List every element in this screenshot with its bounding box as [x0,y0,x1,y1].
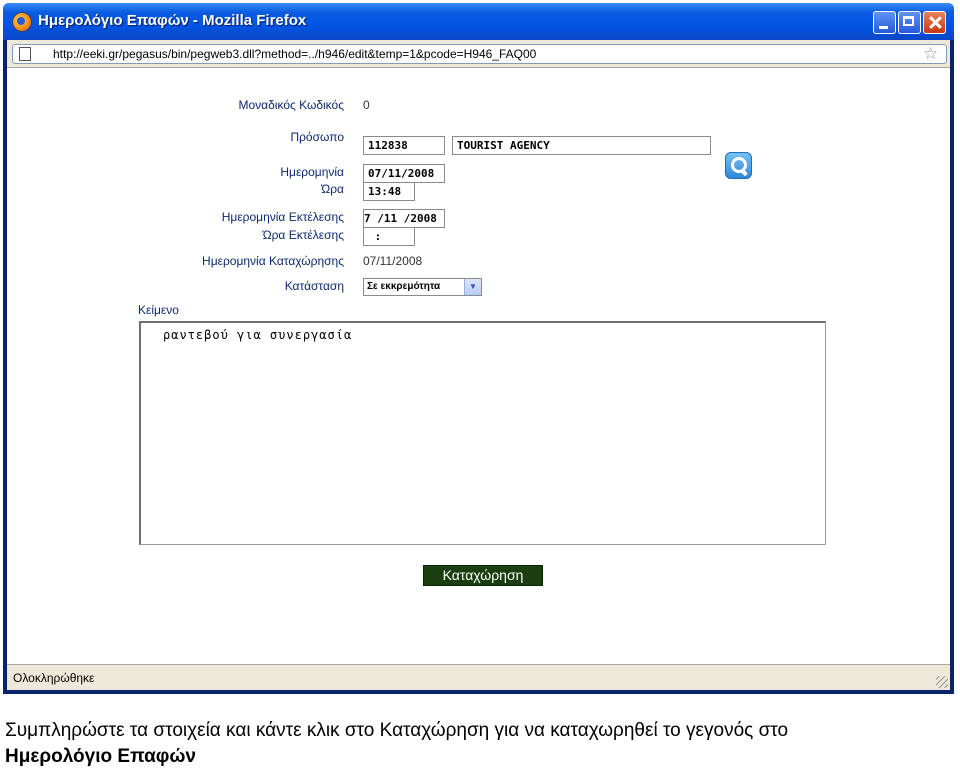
browser-window: Ημερολόγιο Επαφών - Mozilla Firefox http… [3,3,954,694]
time-input[interactable]: 13:48 [363,182,415,201]
window-title: Ημερολόγιο Επαφών - Mozilla Firefox [38,12,307,29]
status-bar: Ολοκληρώθηκε [7,664,950,690]
maximize-icon[interactable] [898,11,921,34]
title-bar[interactable]: Ημερολόγιο Επαφών - Mozilla Firefox [3,3,954,40]
firefox-icon [12,12,32,32]
dropdown-arrow-icon[interactable]: ▼ [464,279,481,295]
caption-line-1: Συμπληρώστε τα στοιχεία και κάντε κλικ σ… [5,720,789,741]
status-select[interactable]: Σε εκκρεμότητα ▼ [363,278,482,296]
exec-date-label: Ημερομηνία Εκτέλεσης [221,210,344,224]
unique-code-label: Μοναδικός Κωδικός [238,98,344,112]
minimize-icon[interactable] [873,11,896,34]
status-selected-value: Σε εκκρεμότητα [367,281,441,292]
exec-time-input[interactable]: : [363,227,415,246]
registration-date-label: Ημερομηνία Καταχώρησης [202,254,344,268]
status-label: Κατάσταση [284,279,344,293]
unique-code-value: 0 [363,98,370,112]
address-bar: http://eeki.gr/pegasus/bin/pegweb3.dll?m… [7,40,950,68]
text-label: Κείμενο [138,303,179,317]
registration-date-value: 07/11/2008 [363,254,423,268]
person-label: Πρόσωπο [290,130,344,144]
text-area-value: ραντεβού για συνεργασία [163,328,353,342]
page-content: Μοναδικός Κωδικός 0 Πρόσωπο 112838 TOURI… [7,68,950,664]
page-icon [19,47,31,61]
exec-date-input[interactable]: 7 /11 /2008 [363,209,445,228]
url-text: http://eeki.gr/pegasus/bin/pegweb3.dll?m… [53,47,537,61]
caption-line-2: Ημερολόγιο Επαφών [5,746,196,767]
resize-grip-icon[interactable] [936,676,948,688]
person-name-input[interactable]: TOURIST AGENCY [452,136,711,155]
text-area[interactable]: ραντεβού για συνεργασία [139,321,826,545]
bookmark-star-icon[interactable]: ☆ [923,44,938,64]
search-icon[interactable] [725,152,752,179]
browser-client: http://eeki.gr/pegasus/bin/pegweb3.dll?m… [7,40,950,690]
person-code-input[interactable]: 112838 [363,136,445,155]
exec-time-label: Ώρα Εκτέλεσης [262,228,344,242]
submit-button[interactable]: Καταχώρηση [423,565,543,586]
url-field[interactable]: http://eeki.gr/pegasus/bin/pegweb3.dll?m… [12,44,947,64]
date-label: Ημερομηνία [280,165,344,179]
close-icon[interactable] [923,11,946,34]
instruction-caption: Συμπληρώστε τα στοιχεία και κάντε κλικ σ… [5,718,788,770]
status-text: Ολοκληρώθηκε [13,671,95,685]
date-input[interactable]: 07/11/2008 [363,164,445,183]
time-label: Ώρα [321,182,344,196]
